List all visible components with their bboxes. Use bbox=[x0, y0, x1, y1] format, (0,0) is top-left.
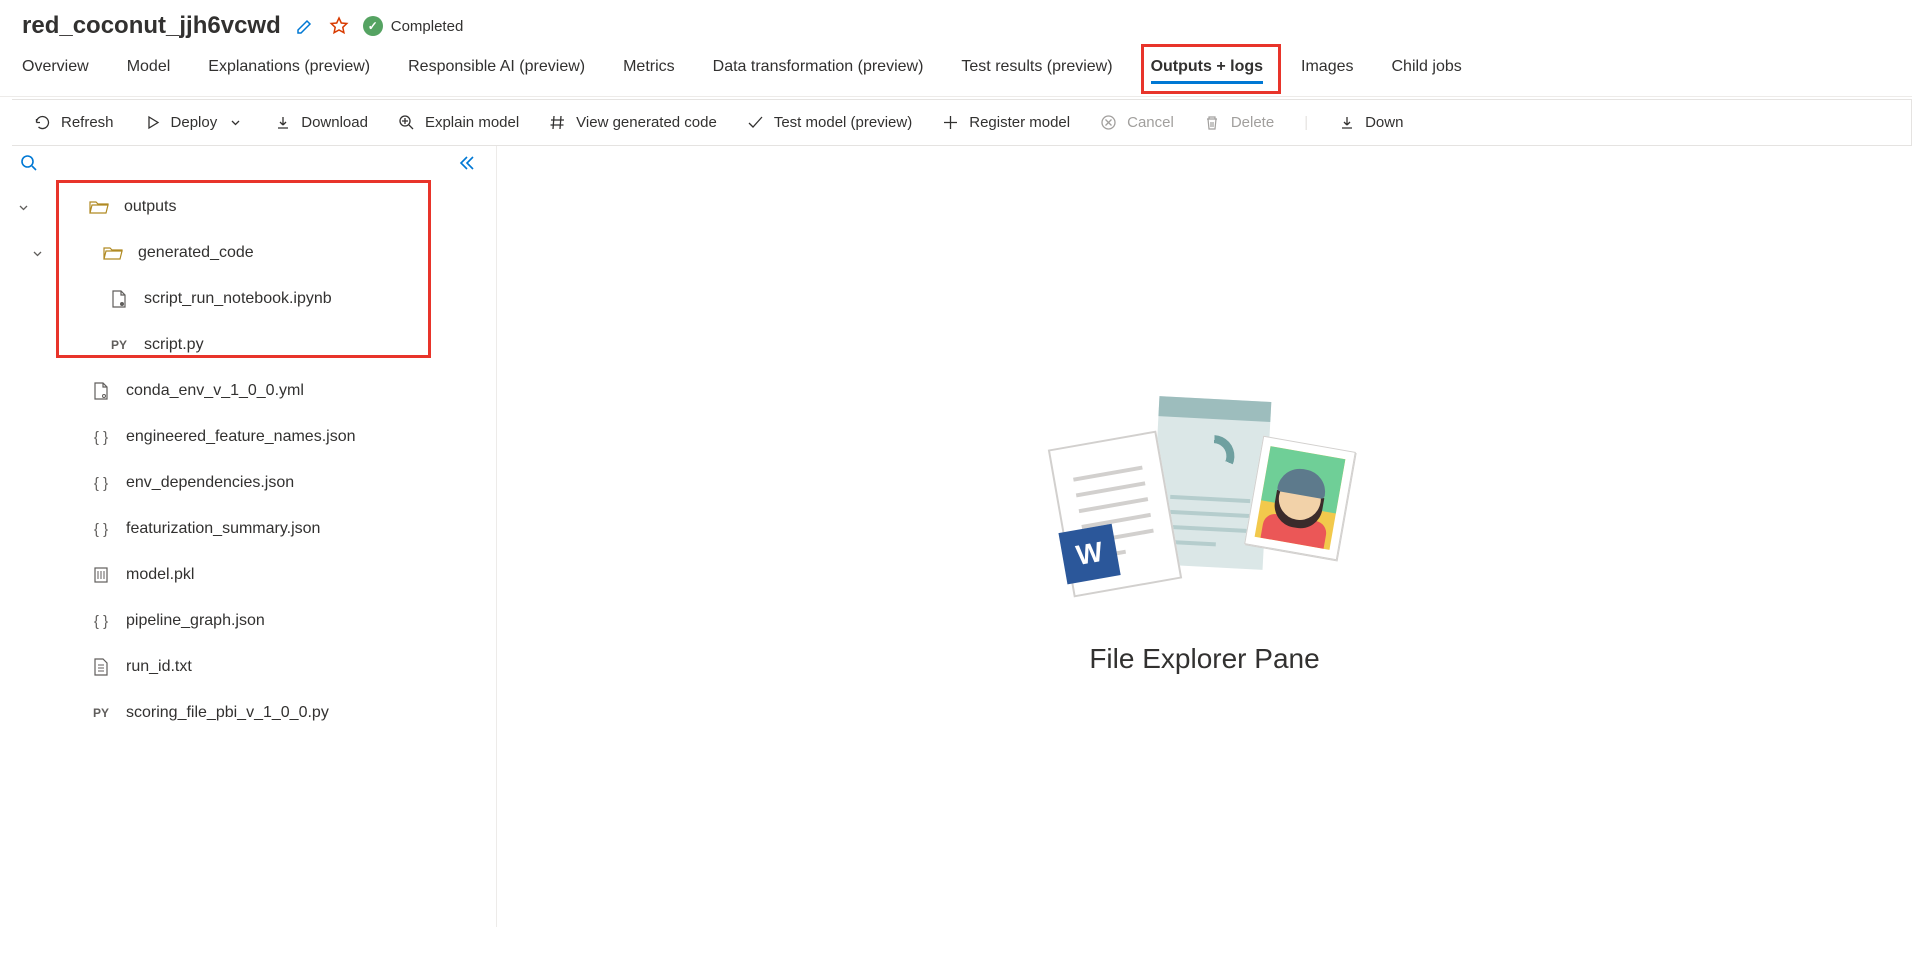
tree-file[interactable]: { } featurization_summary.json bbox=[0, 506, 496, 552]
file-tree-sidebar: outputs generated_code script_run_notebo… bbox=[0, 146, 497, 927]
tree-file[interactable]: { } pipeline_graph.json bbox=[0, 598, 496, 644]
json-file-icon: { } bbox=[90, 521, 112, 538]
tree-label: model.pkl bbox=[126, 566, 194, 584]
download-button[interactable]: Download bbox=[274, 114, 368, 131]
tree-file[interactable]: conda_env_v_1_0_0.yml bbox=[0, 368, 496, 414]
status-badge: ✓ Completed bbox=[363, 16, 464, 36]
python-file-icon: PY bbox=[90, 706, 112, 720]
empty-state-illustration: W bbox=[1055, 399, 1355, 609]
refresh-button[interactable]: Refresh bbox=[34, 114, 114, 131]
tree-file[interactable]: PY script.py bbox=[0, 322, 496, 368]
file-icon bbox=[90, 382, 112, 400]
search-icon bbox=[20, 154, 38, 172]
tab-test-results[interactable]: Test results (preview) bbox=[961, 58, 1112, 82]
view-generated-code-button[interactable]: View generated code bbox=[549, 114, 717, 131]
zoom-plus-icon bbox=[398, 114, 415, 131]
chevron-down-icon bbox=[18, 202, 32, 213]
tab-explanations[interactable]: Explanations (preview) bbox=[208, 58, 370, 82]
download-icon bbox=[1338, 114, 1355, 131]
tab-metrics[interactable]: Metrics bbox=[623, 58, 675, 82]
register-model-button[interactable]: Register model bbox=[942, 114, 1070, 131]
chevron-down-icon bbox=[227, 114, 244, 131]
tree-label: env_dependencies.json bbox=[126, 474, 294, 492]
tab-outputs-logs[interactable]: Outputs + logs bbox=[1151, 58, 1263, 84]
page-title: red_coconut_jjh6vcwd bbox=[22, 12, 281, 40]
refresh-icon bbox=[34, 114, 51, 131]
favorite-star-icon[interactable] bbox=[329, 16, 349, 36]
content-pane: W File Explorer Pane bbox=[497, 146, 1912, 927]
deploy-button[interactable]: Deploy bbox=[144, 114, 245, 131]
search-button[interactable] bbox=[20, 154, 38, 172]
toolbar: Refresh Deploy Download Explain model Vi… bbox=[12, 99, 1912, 146]
collapse-sidebar-button[interactable] bbox=[458, 154, 476, 172]
json-file-icon: { } bbox=[90, 429, 112, 446]
explain-model-button[interactable]: Explain model bbox=[398, 114, 519, 131]
check-circle-icon: ✓ bbox=[363, 16, 383, 36]
tree-file[interactable]: run_id.txt bbox=[0, 644, 496, 690]
tree-folder-generated-code[interactable]: generated_code bbox=[0, 230, 496, 276]
json-file-icon: { } bbox=[90, 475, 112, 492]
tree-file[interactable]: { } env_dependencies.json bbox=[0, 460, 496, 506]
tree-file[interactable]: PY scoring_file_pbi_v_1_0_0.py bbox=[0, 690, 496, 736]
plus-icon bbox=[942, 114, 959, 131]
tree-label: featurization_summary.json bbox=[126, 520, 320, 538]
cancel-icon bbox=[1100, 114, 1117, 131]
tree-label: engineered_feature_names.json bbox=[126, 428, 356, 446]
folder-open-icon bbox=[102, 245, 124, 261]
play-icon bbox=[144, 114, 161, 131]
page-header: red_coconut_jjh6vcwd ✓ Completed bbox=[0, 0, 1912, 58]
chevron-double-left-icon bbox=[458, 154, 476, 172]
cancel-button: Cancel bbox=[1100, 114, 1174, 131]
tree-folder-outputs[interactable]: outputs bbox=[0, 184, 496, 230]
download-all-button[interactable]: Down bbox=[1338, 114, 1403, 131]
folder-open-icon bbox=[88, 199, 110, 215]
python-file-icon: PY bbox=[108, 338, 130, 352]
tab-responsible-ai[interactable]: Responsible AI (preview) bbox=[408, 58, 585, 82]
checkmark-icon bbox=[747, 114, 764, 131]
tree-file[interactable]: model.pkl bbox=[0, 552, 496, 598]
chevron-down-icon bbox=[32, 248, 46, 259]
tree-label: generated_code bbox=[138, 244, 254, 262]
download-icon bbox=[274, 114, 291, 131]
tree-label: run_id.txt bbox=[126, 658, 192, 676]
tab-overview[interactable]: Overview bbox=[22, 58, 89, 82]
trash-icon bbox=[1204, 114, 1221, 131]
hash-icon bbox=[549, 114, 566, 131]
test-model-button[interactable]: Test model (preview) bbox=[747, 114, 912, 131]
empty-state-title: File Explorer Pane bbox=[1089, 643, 1319, 675]
tree-label: conda_env_v_1_0_0.yml bbox=[126, 382, 304, 400]
tree-label: outputs bbox=[124, 198, 176, 216]
tree-file[interactable]: script_run_notebook.ipynb bbox=[0, 276, 496, 322]
tree-label: pipeline_graph.json bbox=[126, 612, 265, 630]
tree-file[interactable]: { } engineered_feature_names.json bbox=[0, 414, 496, 460]
tab-child-jobs[interactable]: Child jobs bbox=[1391, 58, 1461, 82]
word-icon: W bbox=[1058, 523, 1120, 584]
tab-bar: Overview Model Explanations (preview) Re… bbox=[0, 58, 1912, 97]
file-tree[interactable]: outputs generated_code script_run_notebo… bbox=[0, 180, 496, 927]
delete-button: Delete bbox=[1204, 114, 1274, 131]
notebook-file-icon bbox=[108, 290, 130, 308]
edit-icon[interactable] bbox=[295, 16, 315, 36]
tree-label: scoring_file_pbi_v_1_0_0.py bbox=[126, 704, 329, 722]
binary-file-icon bbox=[90, 566, 112, 584]
tree-label: script.py bbox=[144, 336, 204, 354]
tab-data-transformation[interactable]: Data transformation (preview) bbox=[713, 58, 924, 82]
text-file-icon bbox=[90, 658, 112, 676]
tab-model[interactable]: Model bbox=[127, 58, 171, 82]
tab-images[interactable]: Images bbox=[1301, 58, 1353, 82]
tree-label: script_run_notebook.ipynb bbox=[144, 290, 332, 308]
status-text: Completed bbox=[391, 18, 464, 35]
json-file-icon: { } bbox=[90, 613, 112, 630]
